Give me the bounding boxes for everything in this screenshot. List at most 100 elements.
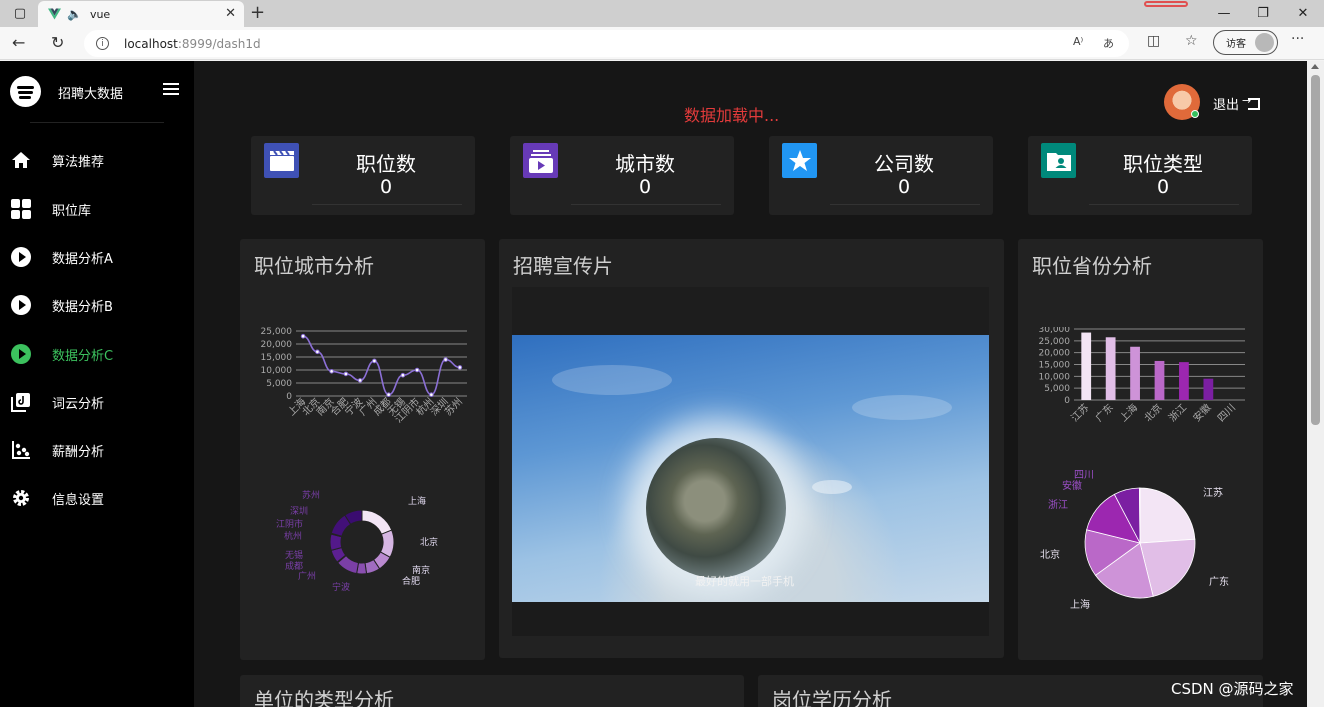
new-tab-icon[interactable]: + — [250, 2, 265, 23]
video-control-bar[interactable] — [512, 602, 989, 636]
slice-label: 合肥 — [402, 575, 420, 587]
stat-card-cities: 城市数 0 — [510, 136, 734, 215]
x-tick-label: 上海 — [1117, 401, 1140, 424]
slice-label: 广东 — [1209, 575, 1229, 588]
sidebar-item-wordcloud[interactable]: 词云分析 — [0, 384, 194, 420]
clapperboard-icon — [264, 143, 299, 178]
brand-divider — [30, 122, 164, 123]
data-point — [414, 367, 420, 373]
user-avatar[interactable] — [1164, 84, 1200, 120]
panel-promo-video: 招聘宣传片 最好的就用一部手机 — [499, 239, 1004, 658]
restore-icon[interactable]: ❐ — [1243, 0, 1283, 27]
slice-label: 上海 — [1070, 598, 1090, 611]
data-point — [329, 369, 334, 374]
slice-label: 杭州 — [284, 530, 302, 542]
bar — [1203, 378, 1214, 400]
sidebar-item-salary[interactable]: 薪酬分析 — [0, 432, 194, 468]
tiny-planet-image — [646, 438, 786, 578]
video-library-icon — [523, 143, 558, 178]
page-scrollbar[interactable] — [1307, 61, 1324, 707]
profile-label: 访客 — [1226, 39, 1246, 50]
video-caption: 最好的就用一部手机 — [695, 575, 794, 588]
close-window-icon[interactable]: ✕ — [1283, 0, 1323, 27]
play-icon — [10, 343, 32, 365]
logout-button[interactable]: 退出 — [1213, 94, 1261, 113]
watermark: CSDN @源码之家 — [1171, 680, 1294, 698]
city-line-chart: 05,00010,00015,00020,00025,000上海北京南京合肥宁波… — [261, 327, 467, 425]
bar — [1130, 346, 1140, 400]
y-tick-label: 0 — [286, 392, 292, 402]
dashboard-main: 数据加载中... 退出 职位数 0 城市数 0 公司数 0 职位类型 — [194, 61, 1307, 707]
window-menu-icon[interactable]: ▢ — [0, 0, 40, 27]
x-tick-label: 江苏 — [1068, 401, 1091, 424]
favorites-icon[interactable]: ☆ — [1185, 33, 1198, 49]
split-screen-icon[interactable]: ◫ — [1147, 33, 1160, 49]
stat-divider — [1089, 204, 1239, 205]
slice-label: 北京 — [1040, 548, 1060, 561]
stat-divider — [312, 204, 462, 205]
y-tick-label: 30,000 — [1039, 327, 1071, 335]
sidebar-item-label: 词云分析 — [52, 396, 105, 412]
sidebar-item-analysis-c[interactable]: 数据分析C — [0, 336, 194, 372]
stat-title: 公司数 — [874, 152, 934, 176]
y-tick-label: 10,000 — [261, 366, 293, 376]
y-tick-label: 25,000 — [261, 327, 293, 337]
y-tick-label: 5,000 — [266, 379, 292, 389]
url-field[interactable]: i localhost:8999/dash1d — [84, 30, 1129, 57]
sidebar: 招聘大数据 算法推荐 职位库 数据分析A 数据分析B 数据分析C 词云分析 薪酬… — [0, 61, 194, 707]
slice-label: 无锡 — [285, 550, 303, 561]
sidebar-item-recommend[interactable]: 算法推荐 — [0, 142, 194, 178]
library-icon — [10, 391, 32, 413]
sidebar-item-analysis-b[interactable]: 数据分析B — [0, 287, 194, 323]
x-tick-label: 安徽 — [1190, 401, 1213, 424]
panel-title: 职位省份分析 — [1032, 254, 1152, 278]
loading-status: 数据加载中... — [684, 106, 780, 125]
data-point — [429, 392, 434, 397]
slice-label: 宁波 — [332, 581, 350, 593]
data-point — [443, 357, 448, 362]
tab-strip: ▢ 🔈 vue ✕ + — ❐ ✕ — [0, 0, 1324, 27]
scrollbar-thumb[interactable] — [1311, 75, 1320, 425]
bar — [1105, 337, 1116, 400]
sidebar-item-label: 数据分析B — [52, 299, 113, 315]
city-donut-chart: 上海北京南京合肥宁波广州成都无锡江阴市杭州深圳苏州 — [276, 489, 438, 593]
more-icon[interactable]: ··· — [1291, 31, 1304, 47]
y-tick-label: 10,000 — [1039, 372, 1071, 382]
browser-tab[interactable]: 🔈 vue ✕ — [38, 1, 244, 27]
sidebar-item-label: 薪酬分析 — [52, 444, 105, 460]
donut-slice — [361, 509, 393, 535]
profile-button[interactable]: 访客 — [1213, 30, 1278, 55]
address-toolbar: ← ↻ i localhost:8999/dash1d A⁾ あ ◫ ☆ 访客 … — [0, 27, 1324, 60]
close-tab-icon[interactable]: ✕ — [225, 6, 236, 21]
read-aloud-icon[interactable]: A⁾ — [1073, 35, 1083, 48]
sidebar-item-jobs[interactable]: 职位库 — [0, 191, 194, 227]
data-point — [315, 349, 320, 355]
star-icon — [782, 143, 817, 178]
promo-video-player[interactable]: 最好的就用一部手机 — [512, 335, 989, 602]
translate-icon[interactable]: あ — [1103, 35, 1114, 51]
brand-title: 招聘大数据 — [58, 87, 124, 102]
info-icon[interactable]: i — [96, 37, 109, 50]
sidebar-item-label: 职位库 — [52, 203, 92, 219]
x-tick-label: 四川 — [1216, 402, 1238, 424]
back-icon[interactable]: ← — [12, 33, 25, 52]
panel-title: 职位城市分析 — [254, 254, 374, 278]
browser-window: ▢ 🔈 vue ✕ + — ❐ ✕ ← ↻ i localhost:8999/d… — [0, 0, 1324, 707]
brand-logo-icon[interactable] — [10, 76, 41, 107]
stat-divider — [571, 204, 721, 205]
refresh-icon[interactable]: ↻ — [51, 33, 64, 52]
province-bar-chart: 0 5,000 10,00015,000 20,000 25,000 30,000 江苏 广东… — [1039, 327, 1245, 424]
menu-toggle-icon[interactable] — [163, 83, 179, 95]
sidebar-item-label: 数据分析A — [52, 251, 113, 267]
minimize-icon[interactable]: — — [1204, 0, 1244, 27]
y-tick-label: 0 — [1064, 396, 1070, 406]
slice-label: 江阴市 — [276, 518, 303, 530]
speaker-icon[interactable]: 🔈 — [67, 7, 82, 21]
slice-label: 成都 — [285, 560, 303, 572]
y-tick-label: 20,000 — [261, 340, 293, 350]
sidebar-item-analysis-a[interactable]: 数据分析A — [0, 239, 194, 275]
scroll-up-icon[interactable] — [1311, 64, 1319, 69]
stat-divider — [830, 204, 980, 205]
profile-avatar — [1255, 33, 1274, 52]
sidebar-item-settings[interactable]: 信息设置 — [0, 480, 194, 516]
